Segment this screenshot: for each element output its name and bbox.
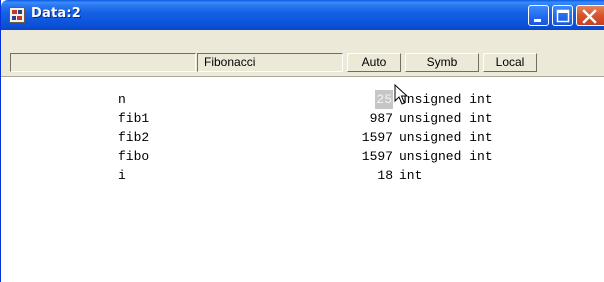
variable-name: fibo [118,149,150,164]
variable-name: fib1 [118,111,150,126]
variable-value[interactable]: 1597 [362,147,393,166]
app-icon[interactable] [9,7,25,23]
title-bar[interactable]: Data:2 [1,0,604,30]
close-button[interactable] [576,5,604,26]
variable-row-fib1[interactable]: fib1 987 unsigned int [1,109,604,128]
variable-type: unsigned int [399,149,493,164]
variable-type: unsigned int [399,130,493,145]
variable-value[interactable]: 987 [370,109,393,128]
variable-row-i[interactable]: i 18 int [1,166,604,185]
expression-field[interactable] [10,53,196,72]
variable-value-selected[interactable]: 25 [375,90,393,109]
minimize-icon [534,19,541,22]
variable-type: unsigned int [399,92,493,107]
data-window: Data:2 Fibonacci Auto Symb Local n 25 un… [0,0,604,282]
close-icon [582,9,597,24]
symb-button[interactable]: Symb [405,53,479,72]
minimize-button[interactable] [528,5,549,26]
mouse-pointer-icon [394,84,409,105]
variable-value[interactable]: 1597 [362,128,393,147]
variable-type: int [399,168,423,183]
variables-list: n 25 unsigned int fib1 987 unsigned int … [1,77,604,282]
variable-row-n[interactable]: n 25 unsigned int [1,90,604,109]
local-button[interactable]: Local [483,53,537,72]
maximize-button[interactable] [552,5,573,26]
function-name-field: Fibonacci [197,53,343,72]
variable-row-fibo[interactable]: fibo 1597 unsigned int [1,147,604,166]
variable-value[interactable]: 18 [377,166,393,185]
variable-type: unsigned int [399,111,493,126]
variable-row-fib2[interactable]: fib2 1597 unsigned int [1,128,604,147]
variable-name: i [118,168,126,183]
window-title: Data:2 [31,6,81,21]
maximize-icon [556,9,570,23]
auto-button[interactable]: Auto [347,53,401,72]
data-toolbar: Fibonacci Auto Symb Local [1,30,604,77]
variable-name: n [118,92,126,107]
variable-name: fib2 [118,130,150,145]
